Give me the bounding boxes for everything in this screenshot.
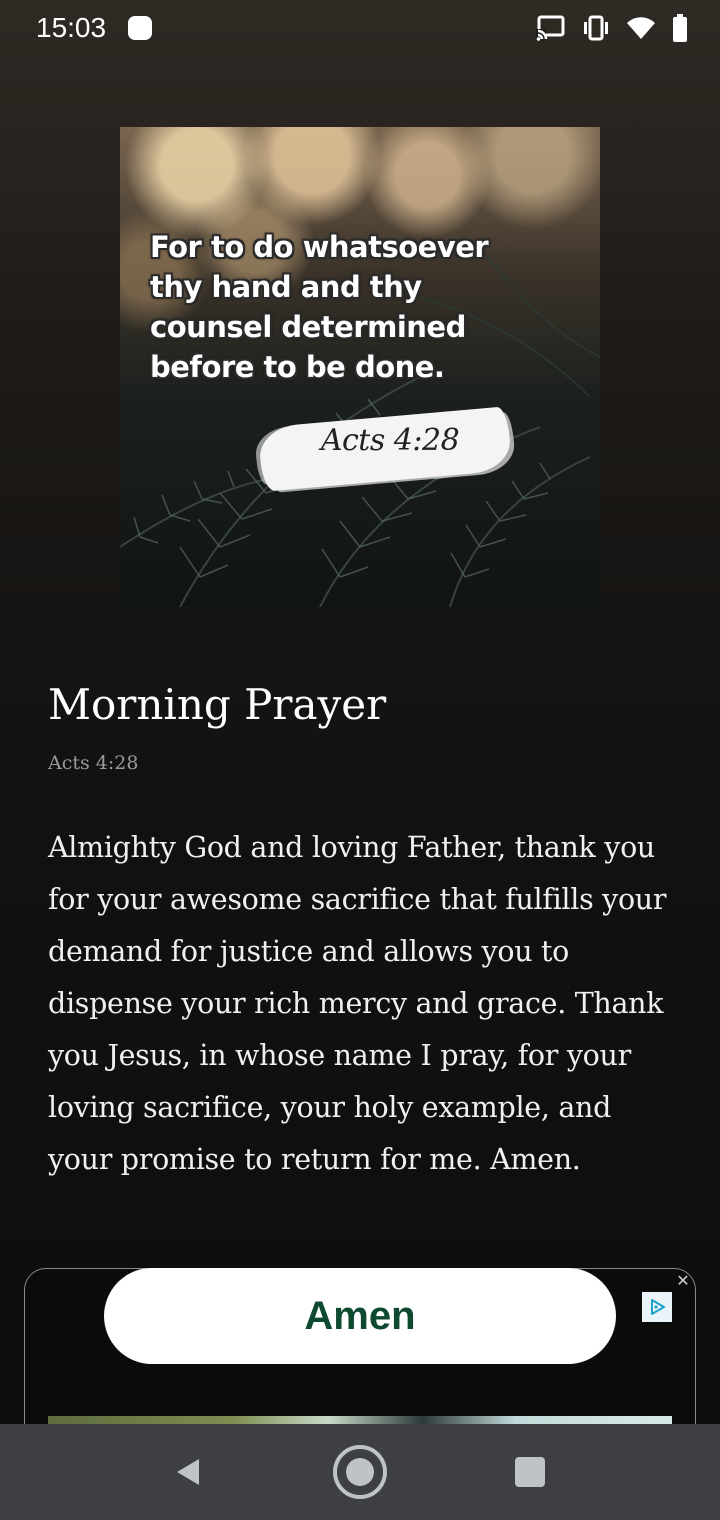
recents-icon[interactable]	[502, 1444, 558, 1500]
wifi-icon	[627, 17, 655, 39]
verse-quote-line: For to do whatsoever	[150, 230, 489, 264]
adchoices-icon[interactable]	[642, 1292, 672, 1322]
verse-quote-line: thy hand and thy	[150, 270, 422, 304]
cast-icon	[536, 15, 565, 41]
navigation-bar	[0, 1424, 720, 1520]
verse-quote-line: counsel determined	[150, 310, 466, 344]
prayer-body: Almighty God and loving Father, thank yo…	[48, 831, 667, 1176]
prayer-reference: Acts 4:28	[48, 752, 139, 774]
page-title: Morning Prayer	[48, 680, 387, 729]
amen-button[interactable]: Amen	[104, 1268, 616, 1364]
back-icon[interactable]	[160, 1444, 216, 1500]
vibrate-icon	[584, 15, 608, 41]
verse-image-reference: Acts 4:28	[320, 423, 460, 458]
ad-close-icon[interactable]: ✕	[674, 1272, 692, 1290]
verse-quote-line: before to be done.	[150, 350, 445, 384]
status-time: 15:03	[36, 12, 107, 43]
notification-dot-icon	[128, 16, 153, 40]
verse-image[interactable]: For to do whatsoever thy hand and thy co…	[120, 127, 600, 607]
status-bar: 15:03	[0, 0, 720, 56]
verse-quote: For to do whatsoever thy hand and thy co…	[150, 227, 570, 387]
battery-icon	[673, 14, 687, 42]
home-icon[interactable]	[332, 1444, 388, 1500]
